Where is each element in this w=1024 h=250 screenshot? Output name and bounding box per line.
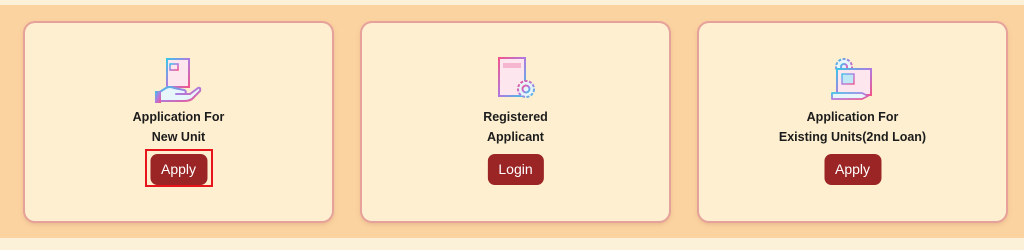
document-gear-icon — [491, 55, 541, 105]
card-title-line1: Application For — [806, 110, 899, 124]
card-existing-units: Application For Existing Units(2nd Loan)… — [699, 23, 1006, 221]
card-title-line2: Applicant — [487, 130, 544, 144]
card-title-line2: Existing Units(2nd Loan) — [778, 130, 927, 144]
apply-existing-units-button[interactable]: Apply — [823, 154, 882, 185]
card-title: Application For Existing Units(2nd Loan) — [699, 107, 1006, 147]
card-title: Registered Applicant — [362, 107, 669, 147]
card-title-line1: Application For — [132, 110, 225, 124]
login-button[interactable]: Login — [487, 154, 544, 185]
card-title-line1: Registered — [483, 110, 548, 124]
card-new-unit: Application For New Unit Apply — [25, 23, 332, 221]
card-title: Application For New Unit — [25, 107, 332, 147]
card-registered-applicant: Registered Applicant Login — [362, 23, 669, 221]
card-title-line2: New Unit — [151, 130, 206, 144]
hand-document-icon — [154, 55, 204, 105]
apply-new-unit-button[interactable]: Apply — [149, 154, 208, 185]
options-panel: Application For New Unit Apply Registere… — [0, 5, 1024, 238]
blueprint-gear-icon — [828, 55, 878, 105]
